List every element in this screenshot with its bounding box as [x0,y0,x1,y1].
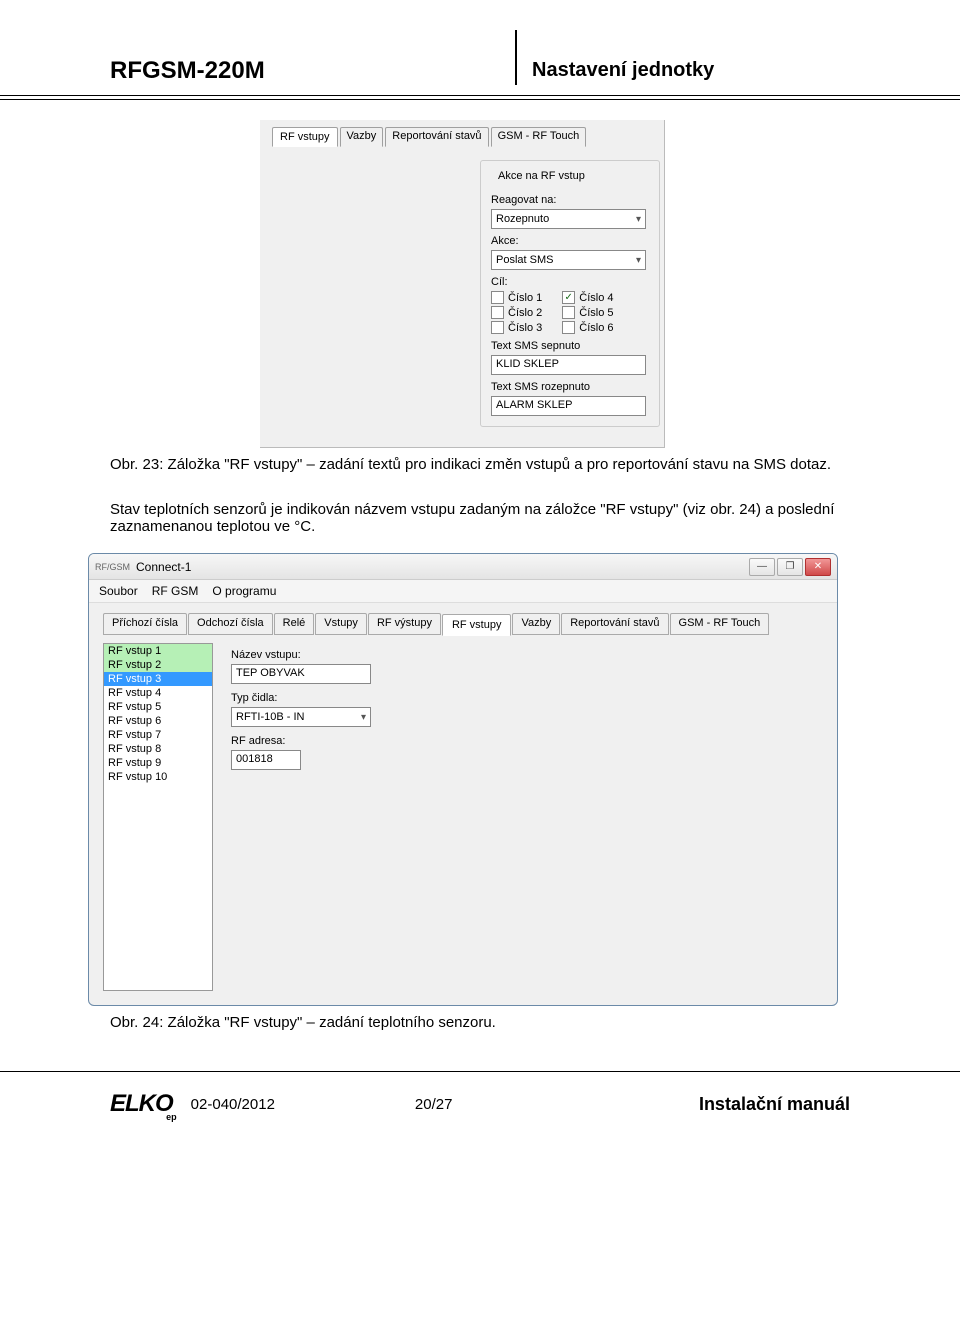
tab-prichozi[interactable]: Příchozí čísla [103,613,187,635]
menu-soubor[interactable]: Soubor [99,584,138,598]
checkbox-cislo6[interactable] [562,321,575,334]
label-text-rozepnuto: Text SMS rozepnuto [491,381,649,393]
footer-page-number: 20/27 [415,1096,699,1113]
product-title: RFGSM-220M [0,57,500,85]
group-title: Akce na RF vstup [495,170,588,182]
menu-rfgsm[interactable]: RF GSM [152,584,199,598]
logo-sub: ep [166,1112,177,1122]
label-cil: Cíl: [491,276,649,288]
fig2-tabstrip: Příchozí čísla Odchozí čísla Relé Vstupy… [89,603,837,635]
tab-rf-vstupy2[interactable]: RF vstupy [442,614,512,636]
menubar: Soubor RF GSM O programu [89,580,837,603]
input-nazev-vstupu[interactable]: TEP OBYVAK [231,664,371,684]
checkbox-cislo2[interactable] [491,306,504,319]
header-rule-thin [0,99,960,100]
figure-24-caption: Obr. 24: Záložka "RF vstupy" – zadání te… [110,1014,850,1031]
fig1-tabstrip: RF vstupy Vazby Reportování stavů GSM - … [268,126,656,146]
figure-23-caption: Obr. 23: Záložka "RF vstupy" – zadání te… [110,456,850,473]
window-title: Connect-1 [136,560,749,574]
list-item[interactable]: RF vstup 4 [104,686,212,700]
list-item[interactable]: RF vstup 1 [104,644,212,658]
header-divider [515,30,517,85]
maximize-button[interactable]: ❐ [777,558,803,576]
tab-rele[interactable]: Relé [274,613,315,635]
checkbox-cislo6-label: Číslo 6 [579,322,613,334]
list-item[interactable]: RF vstup 2 [104,658,212,672]
header-rule [0,95,960,96]
page-footer: ELKO ep 02-040/2012 20/27 Instalační man… [0,1072,960,1138]
rf-vstup-listbox[interactable]: RF vstup 1 RF vstup 2 RF vstup 3 RF vstu… [103,643,213,991]
checkbox-cislo3-label: Číslo 3 [508,322,542,334]
menu-oprogramu[interactable]: O programu [212,584,276,598]
figure-23-panel: RF vstupy Vazby Reportování stavů GSM - … [260,120,665,448]
label-typ-cidla: Typ čidla: [231,692,823,704]
input-rf-adresa[interactable]: 001818 [231,750,301,770]
tab-rf-vystupy[interactable]: RF výstupy [368,613,441,635]
checkbox-cislo4[interactable]: ✓ [562,291,575,304]
tab-vstupy[interactable]: Vstupy [315,613,367,635]
group-akce-na-rf-vstup: Akce na RF vstup Reagovat na: Rozepnuto … [480,160,660,427]
footer-manual-title: Instalační manuál [699,1094,850,1115]
footer-doc-code: 02-040/2012 [191,1096,275,1113]
dropdown-akce[interactable]: Poslat SMS [491,250,646,270]
page-header: RFGSM-220M Nastavení jednotky [0,0,960,85]
checkbox-cislo1[interactable] [491,291,504,304]
tab-gsm-rftouch[interactable]: GSM - RF Touch [491,127,587,147]
label-rf-adresa: RF adresa: [231,735,823,747]
checkbox-cislo1-label: Číslo 1 [508,292,542,304]
paragraph-body: Stav teplotních senzorů je indikován náz… [110,501,850,535]
tab-vazby[interactable]: Vazby [340,127,384,147]
label-reagovat: Reagovat na: [491,194,649,206]
checkbox-cislo2-label: Číslo 2 [508,307,542,319]
label-text-sepnuto: Text SMS sepnuto [491,340,649,352]
section-title: Nastavení jednotky [532,59,714,85]
list-item[interactable]: RF vstup 5 [104,700,212,714]
tab-gsm-rftouch2[interactable]: GSM - RF Touch [670,613,770,635]
dropdown-reagovat[interactable]: Rozepnuto [491,209,646,229]
checkbox-cislo5-label: Číslo 5 [579,307,613,319]
tab-reportovani2[interactable]: Reportování stavů [561,613,668,635]
tab-rf-vstupy[interactable]: RF vstupy [272,127,338,147]
window-titlebar: RF/GSM Connect-1 — ❐ ✕ [89,554,837,580]
figure-24-window: RF/GSM Connect-1 — ❐ ✕ Soubor RF GSM O p… [88,553,838,1006]
checkbox-cislo4-label: Číslo 4 [579,292,613,304]
logo-text: ELKO [110,1090,173,1117]
list-item[interactable]: RF vstup 9 [104,756,212,770]
minimize-button[interactable]: — [749,558,775,576]
close-button[interactable]: ✕ [805,558,831,576]
tab-odchozi[interactable]: Odchozí čísla [188,613,273,635]
input-text-rozepnuto[interactable]: ALARM SKLEP [491,396,646,416]
list-item[interactable]: RF vstup 8 [104,742,212,756]
list-item[interactable]: RF vstup 10 [104,770,212,784]
list-item-selected[interactable]: RF vstup 3 [104,672,212,686]
list-item[interactable]: RF vstup 6 [104,714,212,728]
app-icon: RF/GSM [95,562,130,572]
tab-vazby2[interactable]: Vazby [512,613,560,635]
list-item[interactable]: RF vstup 7 [104,728,212,742]
tab-reportovani[interactable]: Reportování stavů [385,127,488,147]
checkbox-cislo5[interactable] [562,306,575,319]
label-akce: Akce: [491,235,649,247]
label-nazev-vstupu: Název vstupu: [231,649,823,661]
input-text-sepnuto[interactable]: KLID SKLEP [491,355,646,375]
footer-logo: ELKO ep [110,1090,173,1118]
dropdown-typ-cidla[interactable]: RFTI-10B - IN [231,707,371,727]
checkbox-cislo3[interactable] [491,321,504,334]
